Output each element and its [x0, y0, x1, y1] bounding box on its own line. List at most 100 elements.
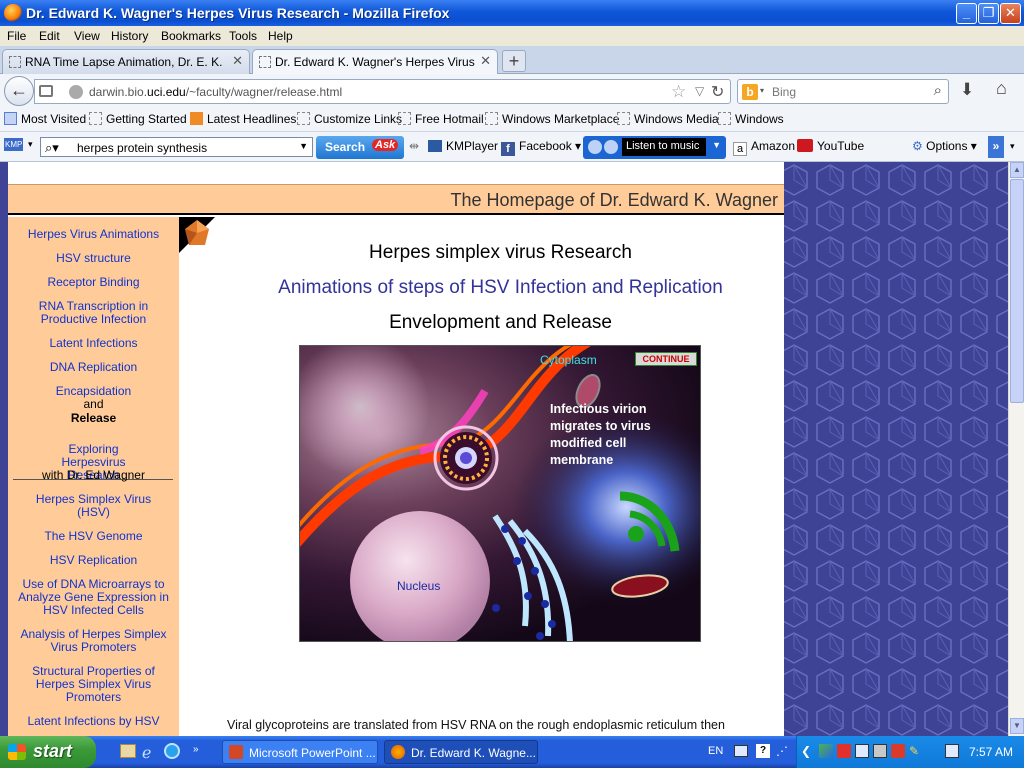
minimize-button[interactable]: _ — [956, 3, 977, 24]
sidebar-link-hsv-structure[interactable]: HSV structure — [8, 252, 179, 265]
tab-wagner-research[interactable]: Dr. Edward K. Wagner's Herpes Virus Re..… — [252, 49, 498, 75]
task-firefox[interactable]: Dr. Edward K. Wagne... — [384, 740, 538, 764]
menu-bar: File Edit View History Bookmarks Tools H… — [0, 26, 1024, 46]
ask-search-button[interactable]: Search Ask — [316, 136, 404, 159]
sidebar-link-dna-microarrays[interactable]: Use of DNA Microarrays to Analyze Gene E… — [8, 578, 179, 617]
back-button[interactable]: ← — [4, 76, 34, 106]
bookmark-latest-headlines[interactable]: Latest Headlines — [190, 112, 296, 126]
home-icon[interactable]: ⌂ — [996, 78, 1007, 99]
sidebar-link-structural-properties[interactable]: Structural Properties of Herpes Simplex … — [8, 665, 179, 704]
help-icon[interactable]: ? — [756, 744, 770, 758]
bookmark-windows[interactable]: Windows — [718, 112, 784, 126]
youtube-button[interactable]: YouTube — [797, 139, 864, 153]
downloads-icon[interactable]: ⬇ — [960, 80, 974, 100]
media-player-icon[interactable] — [164, 743, 180, 759]
bookmark-windows-marketplace[interactable]: Windows Marketplace — [485, 112, 619, 126]
scroll-down-arrow[interactable]: ▼ — [1010, 718, 1024, 734]
gear-icon: ⚙ — [912, 139, 923, 153]
url-text[interactable]: darwin.bio.uci.edu/~faculty/wagner/relea… — [89, 85, 342, 99]
amazon-icon: a — [733, 142, 747, 156]
toolbar-expand-icon[interactable]: ⋰ — [776, 744, 788, 758]
tray-display-icon[interactable] — [873, 744, 887, 758]
menu-view[interactable]: View — [74, 29, 100, 43]
keyboard-icon[interactable] — [734, 745, 748, 757]
amazon-button[interactable]: a Amazon — [733, 139, 795, 156]
sidebar-link-latent-infections[interactable]: Latent Infections — [8, 337, 179, 350]
options-button[interactable]: ⚙ Options ▾ — [912, 139, 977, 153]
bookmark-customize-links[interactable]: Customize Links — [297, 112, 402, 126]
tray-app-icon[interactable] — [819, 744, 833, 758]
window-title-bar[interactable]: Dr. Edward K. Wagner's Herpes Virus Rese… — [0, 0, 1024, 26]
close-tab-icon[interactable]: ✕ — [480, 53, 491, 69]
vertical-scrollbar[interactable]: ▲ ▼ — [1008, 162, 1024, 736]
kmplayer-icon — [428, 140, 442, 152]
tray-expand-icon[interactable]: ❮ — [801, 744, 811, 758]
toolbar-dropdown-icon[interactable]: ▾ — [28, 139, 33, 150]
menu-history[interactable]: History — [111, 29, 148, 43]
tray-network-icon[interactable] — [855, 744, 869, 758]
sidebar-link-herpes-virus-animations[interactable]: Herpes Virus Animations — [8, 228, 179, 241]
url-history-dropdown-icon[interactable]: ▽ — [695, 84, 704, 98]
close-tab-icon[interactable]: ✕ — [232, 53, 243, 69]
kmplayer-button[interactable]: KMPlayer — [428, 139, 498, 153]
overflow-dropdown-icon[interactable]: ▾ — [1010, 141, 1015, 152]
music-player[interactable]: Listen to music ▼ — [583, 136, 726, 159]
toolbar-separator-icon[interactable]: ⇹ — [409, 139, 419, 153]
scroll-up-arrow[interactable]: ▲ — [1010, 162, 1024, 178]
menu-tools[interactable]: Tools — [229, 29, 257, 43]
sidebar-link-hsv-promoters[interactable]: Analysis of Herpes Simplex Virus Promote… — [8, 628, 179, 654]
tab-rna-time-lapse[interactable]: RNA Time Lapse Animation, Dr. E. K. Wa..… — [2, 49, 250, 74]
ask-search-input[interactable]: ⌕▾ herpes protein synthesis ▼ — [40, 137, 313, 157]
bookmark-free-hotmail[interactable]: Free Hotmail — [398, 112, 484, 126]
dropdown-icon[interactable]: ▼ — [712, 140, 721, 150]
play-icon[interactable] — [588, 140, 602, 154]
page-title: Herpes simplex virus Research — [369, 242, 632, 263]
language-indicator[interactable]: EN — [708, 745, 723, 757]
new-tab-button[interactable]: + — [502, 50, 526, 72]
search-icon[interactable]: ⌕ — [934, 82, 942, 99]
tray-tool-icon[interactable]: ✎ — [909, 744, 919, 758]
sidebar-link-rna-transcription[interactable]: RNA Transcription in Productive Infectio… — [8, 300, 179, 326]
bookmark-windows-media[interactable]: Windows Media — [617, 112, 719, 126]
quicklaunch-overflow-icon[interactable]: » — [193, 744, 199, 755]
task-powerpoint[interactable]: Microsoft PowerPoint ... — [222, 740, 378, 764]
reload-icon[interactable]: ↻ — [711, 82, 724, 102]
tray-clock-icon[interactable] — [945, 744, 959, 758]
bookmark-getting-started[interactable]: Getting Started — [89, 112, 187, 126]
kmp-toolbar-icon[interactable]: KMP — [4, 138, 24, 151]
menu-file[interactable]: File — [7, 29, 26, 43]
sidebar-link-hsv-replication[interactable]: HSV Replication — [8, 554, 179, 567]
toolbar-overflow-button[interactable]: » — [988, 136, 1004, 158]
bookmark-star-icon[interactable]: ☆ — [671, 82, 686, 102]
search-bar[interactable]: b ▾ Bing ⌕ — [737, 79, 949, 104]
sidebar-link-receptor-binding[interactable]: Receptor Binding — [8, 276, 179, 289]
sidebar-link-latent-infections-hsv[interactable]: Latent Infections by HSV — [8, 715, 179, 728]
tray-security-icon[interactable] — [891, 744, 905, 758]
bing-icon[interactable]: b — [742, 84, 758, 100]
site-identity-icon[interactable] — [69, 85, 83, 99]
menu-edit[interactable]: Edit — [39, 29, 60, 43]
internet-explorer-icon[interactable]: ℯ — [142, 743, 151, 763]
tray-pdf-icon[interactable] — [837, 744, 851, 758]
bookmark-most-visited[interactable]: Most Visited — [4, 112, 86, 126]
maximize-button[interactable]: ❐ — [978, 3, 999, 24]
close-button[interactable]: ✕ — [1000, 3, 1021, 24]
release-animation[interactable]: Cytoplasm CONTINUE Infectious virion mig… — [299, 345, 701, 642]
menu-help[interactable]: Help — [268, 29, 293, 43]
page-icon — [485, 112, 498, 125]
facebook-button[interactable]: f Facebook ▾ — [501, 139, 581, 156]
continue-button[interactable]: CONTINUE — [635, 352, 697, 366]
clock[interactable]: 7:57 AM — [969, 745, 1013, 759]
start-button[interactable]: start — [0, 736, 96, 768]
volume-icon[interactable] — [604, 140, 618, 154]
tab-groups-icon[interactable] — [39, 85, 53, 97]
sidebar-link-dna-replication[interactable]: DNA Replication — [8, 361, 179, 374]
dropdown-icon[interactable]: ▼ — [299, 141, 308, 151]
url-bar[interactable]: darwin.bio.uci.edu/~faculty/wagner/relea… — [34, 79, 731, 104]
show-desktop-icon[interactable] — [120, 744, 136, 758]
sidebar-link-hsv-genome[interactable]: The HSV Genome — [8, 530, 179, 543]
menu-bookmarks[interactable]: Bookmarks — [161, 29, 221, 43]
sidebar-link-hsv[interactable]: Herpes Simplex Virus (HSV) — [8, 493, 179, 519]
search-engine-dropdown-icon[interactable]: ▾ — [760, 86, 764, 95]
scroll-thumb[interactable] — [1010, 179, 1024, 403]
